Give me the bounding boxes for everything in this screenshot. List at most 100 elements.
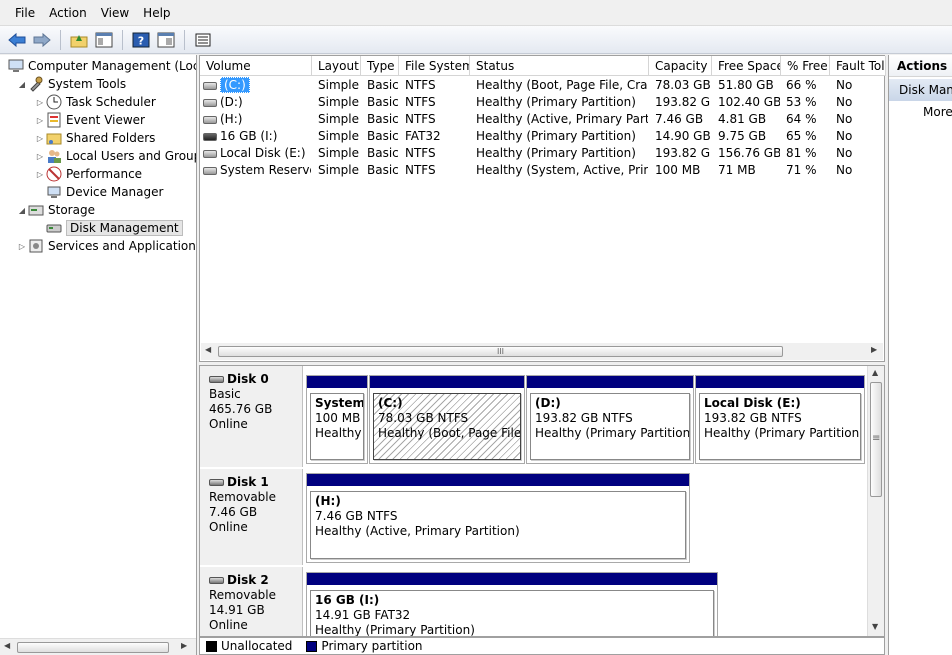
tree-item-task-scheduler[interactable]: ▷ Task Scheduler <box>34 93 156 111</box>
removable-disk-icon <box>209 577 224 584</box>
menu-action[interactable]: Action <box>42 0 94 26</box>
partition-label: (D:) <box>535 396 561 410</box>
partition-e[interactable]: Local Disk (E:) 193.82 GB NTFS Healthy (Pr… <box>695 375 865 464</box>
scroll-right-arrow-icon[interactable]: ▶ <box>871 345 877 354</box>
forward-arrow-icon[interactable] <box>31 29 53 51</box>
column-header-percent-free[interactable]: % Free <box>781 56 830 76</box>
disk-0-info[interactable]: Disk 0 Basic 465.76 GB Online <box>200 366 303 467</box>
menu-view[interactable]: View <box>94 0 136 26</box>
primary-partition-bar <box>307 573 717 586</box>
type-cell: Basic <box>367 129 399 143</box>
toolbar-separator <box>122 29 123 50</box>
column-header-capacity[interactable]: Capacity <box>649 56 712 76</box>
volume-name: Local Disk (E:) <box>220 146 306 160</box>
tree-item-device-manager[interactable]: Device Manager <box>46 183 163 201</box>
collapsed-arrow-icon[interactable]: ▷ <box>34 134 46 143</box>
more-actions-link[interactable]: More <box>889 101 952 123</box>
status-cell: Healthy (Active, Primary Partiti... <box>476 112 648 126</box>
tree-item-system-tools[interactable]: ◢ System Tools <box>16 75 126 93</box>
capacity-cell: 7.46 GB <box>655 112 704 126</box>
volume-name: System Reserved <box>220 163 311 177</box>
file-system-cell: NTFS <box>405 146 436 160</box>
tree-item-storage[interactable]: ◢ Storage <box>16 201 95 219</box>
partition-d[interactable]: (D:) 193.82 GB NTFS Healthy (Primary Parti… <box>526 375 694 464</box>
actions-section-disk-management[interactable]: Disk Mana <box>889 79 952 101</box>
column-header-fault-tolerance[interactable]: Fault Tol <box>830 56 886 76</box>
expanded-arrow-icon[interactable]: ◢ <box>16 206 28 215</box>
properties-icon[interactable] <box>155 29 177 51</box>
disk-graphical-view: Disk 0 Basic 465.76 GB Online System F10… <box>199 365 885 637</box>
layout-cell: Simple <box>318 129 359 143</box>
scroll-up-arrow-icon[interactable]: ▲ <box>872 368 878 377</box>
file-system-cell: NTFS <box>405 95 436 109</box>
usb-drive-icon <box>203 132 217 141</box>
disk-2-info[interactable]: Disk 2 Removable 14.91 GB Online <box>200 567 303 636</box>
scroll-down-arrow-icon[interactable]: ▼ <box>872 622 878 631</box>
console-icon[interactable] <box>192 29 214 51</box>
shared-folder-icon <box>46 133 62 145</box>
disk-management-icon <box>46 224 62 233</box>
collapsed-arrow-icon[interactable]: ▷ <box>34 116 46 125</box>
fault-tolerance-cell: No <box>836 146 853 160</box>
tree-horizontal-scrollbar[interactable]: ◀ ▶ <box>0 638 196 655</box>
type-cell: Basic <box>367 163 399 177</box>
collapsed-arrow-icon[interactable]: ▷ <box>34 170 46 179</box>
menu-file[interactable]: File <box>8 0 42 26</box>
disk-status: Online <box>209 618 248 632</box>
console-tree: Computer Management (Local ◢ System Tool… <box>0 55 197 655</box>
volume-list-horizontal-scrollbar[interactable]: ◀ III ▶ <box>201 343 883 360</box>
primary-partition-bar <box>307 376 367 389</box>
tree-item-shared-folders[interactable]: ▷ Shared Folders <box>34 129 155 147</box>
type-cell: Basic <box>367 95 399 109</box>
expanded-arrow-icon[interactable]: ◢ <box>16 80 28 89</box>
column-header-type[interactable]: Type <box>361 56 399 76</box>
scrollbar-thumb[interactable]: III <box>218 346 783 357</box>
column-header-free-space[interactable]: Free Space <box>712 56 781 76</box>
column-header-volume[interactable]: Volume <box>200 56 312 76</box>
partition-size: 100 MB N <box>315 411 363 425</box>
partition-i[interactable]: 16 GB (I:) 14.91 GB FAT32 Healthy (Primary… <box>306 572 718 637</box>
volume-name: (D:) <box>220 95 243 109</box>
scrollbar-thumb[interactable]: ≡ <box>870 382 882 497</box>
capacity-cell: 193.82 GB <box>655 146 711 160</box>
back-arrow-icon[interactable] <box>6 29 28 51</box>
storage-icon <box>28 205 44 216</box>
column-header-layout[interactable]: Layout <box>312 56 361 76</box>
scrollbar-thumb[interactable] <box>17 642 169 653</box>
partition-h[interactable]: (H:) 7.46 GB NTFS Healthy (Active, Primary… <box>306 473 690 563</box>
column-header-file-system[interactable]: File System <box>399 56 470 76</box>
disk-1-info[interactable]: Disk 1 Removable 7.46 GB Online <box>200 469 303 565</box>
partition-system-reserved[interactable]: System F100 MB NHealthy ( <box>306 375 368 464</box>
scroll-right-arrow-icon[interactable]: ▶ <box>181 641 187 650</box>
unallocated-swatch <box>206 640 217 652</box>
tree-item-computer-management[interactable]: Computer Management (Local <box>8 57 196 75</box>
show-hide-tree-icon[interactable] <box>93 29 115 51</box>
partition-c[interactable]: (C:) 78.03 GB NTFS Healthy (Boot, Page Fil… <box>369 375 525 464</box>
partition-status: Healthy (Primary Partition) <box>704 426 861 440</box>
help-icon[interactable]: ? <box>130 29 152 51</box>
toolbar-separator <box>184 29 185 50</box>
percent-free-cell: 66 % <box>786 78 817 92</box>
partition-size: 193.82 GB NTFS <box>535 411 633 425</box>
collapsed-arrow-icon[interactable]: ▷ <box>16 242 28 251</box>
up-folder-icon[interactable] <box>68 29 90 51</box>
menu-help[interactable]: Help <box>136 0 177 26</box>
free-space-cell: 71 MB <box>718 163 756 177</box>
collapsed-arrow-icon[interactable]: ▷ <box>34 152 46 161</box>
clock-icon <box>46 94 62 110</box>
tree-item-local-users[interactable]: ▷ Local Users and Groups <box>34 147 196 165</box>
menu-bar: File Action View Help <box>0 0 952 26</box>
column-header-status[interactable]: Status <box>470 56 649 76</box>
scroll-left-arrow-icon[interactable]: ◀ <box>205 345 211 354</box>
partition-status: Healthy (Primary Partition) <box>315 623 475 637</box>
scroll-left-arrow-icon[interactable]: ◀ <box>4 641 10 650</box>
tree-item-performance[interactable]: ▷ Performance <box>34 165 142 183</box>
file-system-cell: NTFS <box>405 163 436 177</box>
tree-item-services-applications[interactable]: ▷ Services and Applications <box>16 237 196 255</box>
collapsed-arrow-icon[interactable]: ▷ <box>34 98 46 107</box>
type-cell: Basic <box>367 146 399 160</box>
tree-item-disk-management[interactable]: Disk Management <box>46 219 183 237</box>
tree-item-event-viewer[interactable]: ▷ Event Viewer <box>34 111 145 129</box>
disk-view-vertical-scrollbar[interactable]: ▲ ≡ ▼ <box>867 366 884 636</box>
removable-disk-icon <box>209 479 224 486</box>
